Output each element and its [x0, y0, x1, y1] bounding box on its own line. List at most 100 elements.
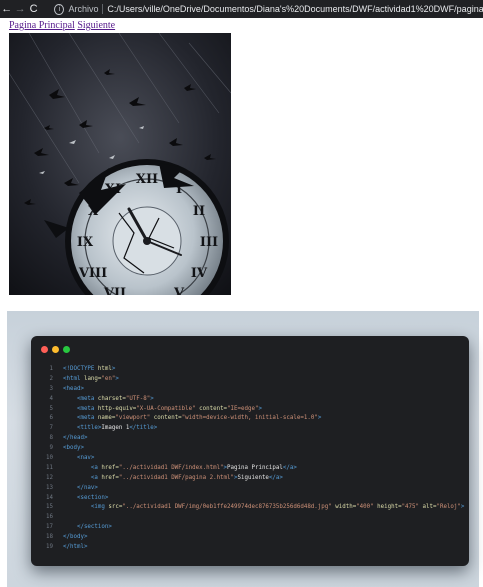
info-icon[interactable]: i	[54, 3, 65, 15]
code-token: <!DOCTYPE	[63, 366, 98, 372]
line-number: 17	[46, 524, 53, 531]
line-number: 1	[49, 366, 54, 372]
archivo-label: Archivo	[68, 4, 99, 14]
code-token: Pagina Principal	[227, 464, 283, 471]
code-token: >	[317, 415, 322, 422]
code-token: <nav>	[63, 455, 95, 462]
code-token: <a	[63, 474, 102, 481]
line-number: 10	[46, 455, 53, 462]
code-token: charset=	[97, 395, 126, 402]
line-number: 4	[49, 395, 54, 402]
line-number: 12	[46, 474, 53, 481]
code-token: content=	[195, 405, 228, 412]
code-token: >	[460, 504, 465, 511]
code-token: "IE=edge"	[227, 405, 259, 412]
code-token: "400"	[356, 504, 374, 511]
code-token: >	[111, 366, 116, 372]
line-number: 6	[49, 415, 54, 422]
code-token: "../actividad1 DWF/index.html"	[118, 464, 224, 471]
code-line: 7 <title>Imagen 1</title>	[39, 424, 464, 434]
code-block: 1 <!DOCTYPE html> 2 <html lang="en"> 3 <head>…	[39, 365, 464, 553]
code-token: Siguiente	[237, 474, 269, 481]
code-line: 17 </section>	[39, 523, 464, 533]
forward-icon[interactable]: →	[13, 0, 26, 18]
code-token: "../actividad1 DWF/img/0eb1ffe249974dec8…	[122, 504, 332, 511]
code-token: <img	[63, 504, 109, 511]
code-token: <meta	[63, 415, 98, 422]
code-token: "width=device-width, initial-scale=1.0"	[181, 415, 318, 422]
code-token: href=	[101, 464, 119, 471]
code-line: 13 </nav>	[39, 484, 464, 494]
code-token: href=	[101, 474, 119, 481]
code-token: name=	[97, 415, 116, 422]
address-bar-url[interactable]: C:/Users/ville/OneDrive/Documentos/Diana…	[107, 4, 483, 14]
code-token: <head>	[63, 385, 84, 392]
window-controls	[41, 346, 70, 353]
maximize-dot-icon	[63, 346, 70, 353]
code-token: "viewport"	[115, 415, 151, 422]
svg-text:VII: VII	[103, 286, 126, 295]
line-number: 2	[49, 375, 54, 382]
line-number: 3	[49, 385, 54, 392]
line-number: 7	[49, 425, 54, 432]
code-token: </nav>	[63, 484, 98, 491]
link-pagina-principal[interactable]: Pagina Principal	[9, 20, 75, 31]
line-number: 11	[46, 464, 53, 471]
code-token: <meta	[63, 395, 98, 402]
code-token: html	[97, 366, 112, 372]
line-number: 9	[49, 445, 54, 452]
svg-text:III: III	[200, 235, 218, 250]
code-token: </head>	[63, 435, 88, 442]
code-token: </title>	[129, 425, 158, 432]
code-line: 5 <meta http-equiv="X-UA-Compatible" con…	[39, 405, 464, 415]
line-number: 19	[46, 544, 53, 551]
code-screenshot-background: 1 <!DOCTYPE html> 2 <html lang="en"> 3 <head>…	[7, 311, 479, 587]
code-window: 1 <!DOCTYPE html> 2 <html lang="en"> 3 <head>…	[31, 336, 469, 566]
code-token: <html	[63, 375, 84, 382]
code-token: src=	[108, 504, 123, 511]
page-nav: Pagina Principal Siguiente	[9, 20, 115, 31]
code-token: content=	[150, 415, 182, 422]
line-number: 13	[46, 484, 53, 491]
code-line: 4 <meta charset="UTF-8">	[39, 395, 464, 405]
line-number: 8	[49, 435, 54, 442]
code-token: </html>	[63, 544, 88, 551]
reload-icon[interactable]: C	[27, 0, 40, 18]
code-token: </section>	[63, 524, 112, 531]
code-token: </a>	[282, 464, 297, 471]
code-token: "en"	[101, 375, 116, 382]
code-line: 16	[39, 513, 464, 523]
code-token: >	[150, 395, 154, 402]
code-token: <section>	[63, 494, 109, 501]
code-token: <body>	[63, 445, 84, 452]
back-icon[interactable]: ←	[0, 0, 13, 18]
code-token: "Reloj"	[436, 504, 461, 511]
svg-text:IV: IV	[191, 266, 208, 281]
code-token: Imagen 1	[101, 425, 130, 432]
minimize-dot-icon	[52, 346, 59, 353]
code-token: <a	[63, 464, 102, 471]
line-number: 18	[46, 534, 53, 541]
link-siguiente[interactable]: Siguiente	[77, 20, 115, 31]
line-number: 15	[46, 504, 53, 511]
code-line: 2 <html lang="en">	[39, 375, 464, 385]
code-line: 10 <nav>	[39, 454, 464, 464]
code-token: "../actividad1 DWF/pagina 2.html"	[118, 474, 235, 481]
address-separator	[102, 4, 104, 14]
line-number: 14	[46, 494, 53, 501]
code-line: 11 <a href="../actividad1 DWF/index.html…	[39, 464, 464, 474]
svg-text:IX: IX	[77, 235, 94, 250]
code-token: <title>	[63, 425, 102, 432]
line-number: 5	[49, 405, 54, 412]
browser-toolbar: ← → C i Archivo C:/Users/ville/OneDrive/…	[0, 0, 483, 18]
code-line: 18 </body>	[39, 533, 464, 543]
code-line: 15 <img src="../actividad1 DWF/img/0eb1f…	[39, 503, 464, 513]
code-token: http-equiv=	[97, 405, 137, 412]
code-token: "475"	[401, 504, 420, 511]
clock-image: XIII IIIII IVV VIIVIII IXX XI	[9, 33, 231, 295]
code-token: width=	[331, 504, 357, 511]
svg-text:VIII: VIII	[78, 266, 107, 281]
code-token: >	[258, 405, 262, 412]
code-token: "X-UA-Compatible"	[136, 405, 196, 412]
code-line: 14 <section>	[39, 494, 464, 504]
